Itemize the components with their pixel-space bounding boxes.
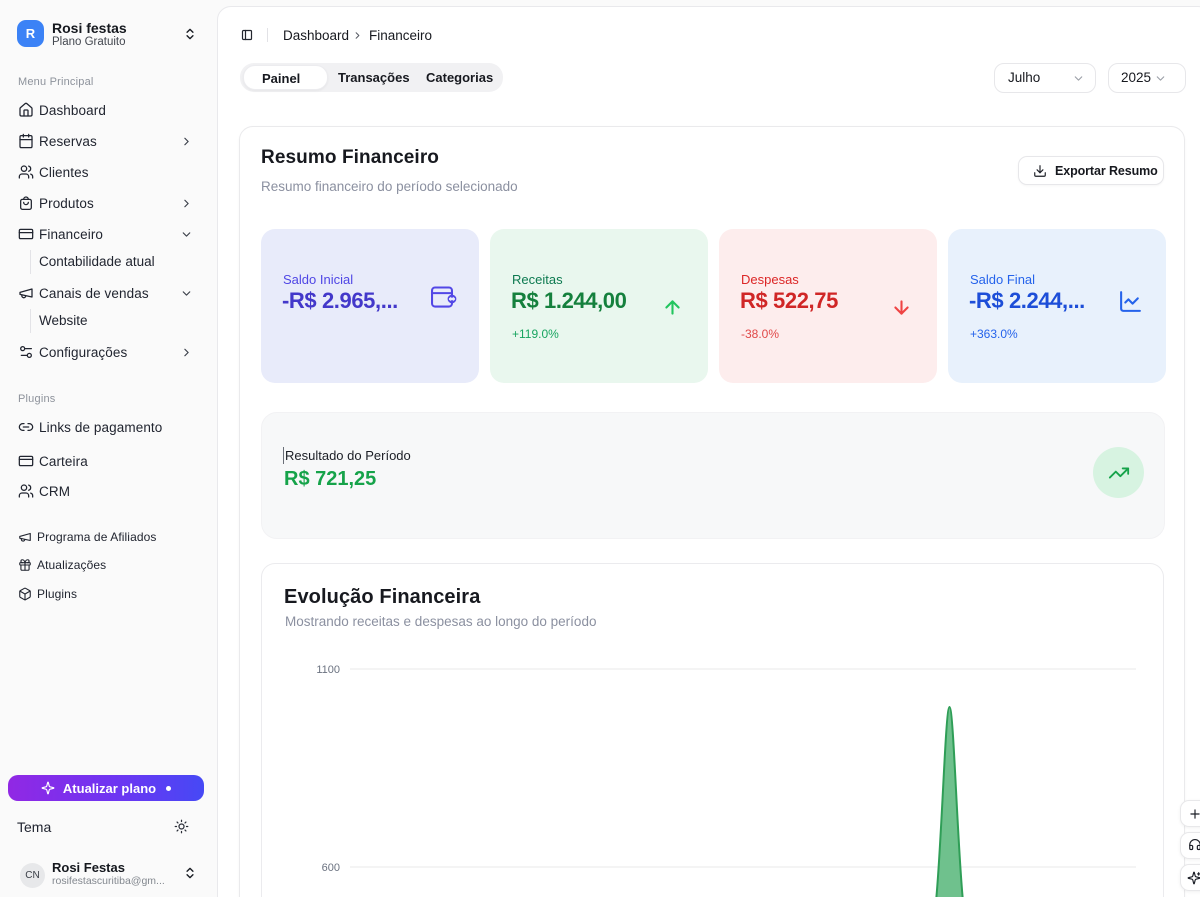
svg-text:600: 600 [322,862,340,874]
svg-text:1100: 1100 [316,664,340,676]
